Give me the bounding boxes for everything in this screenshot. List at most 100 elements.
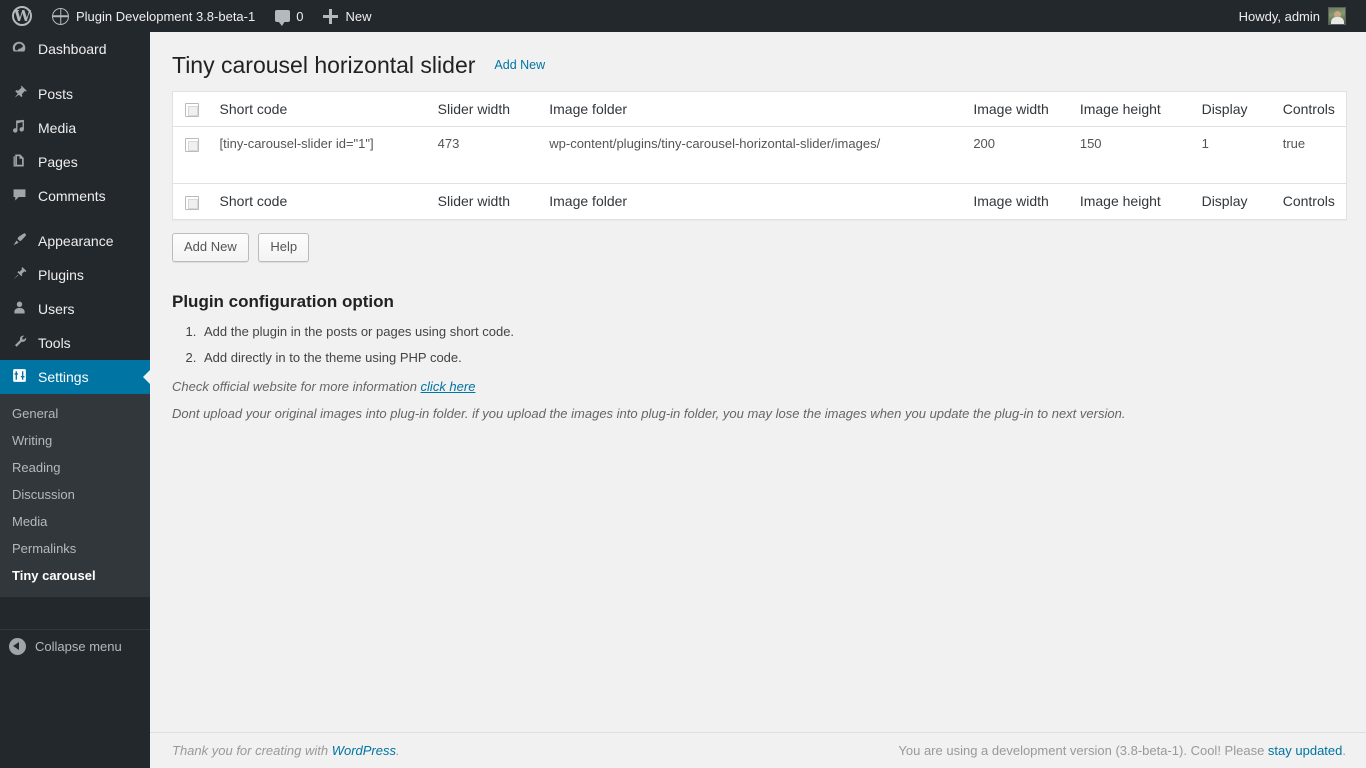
action-buttons: Add New Help (172, 232, 1346, 263)
upload-warning-note: Dont upload your original images into pl… (172, 406, 1126, 422)
column-footer-image-folder: Image folder (539, 183, 964, 220)
tools-wrench-icon (9, 333, 29, 353)
appearance-brush-icon (9, 231, 29, 251)
cell-short-code: [tiny-carousel-slider id="1"] (219, 136, 374, 152)
sidebar-item-label: Dashboard (38, 41, 107, 57)
click-here-link[interactable]: click here (421, 379, 476, 394)
pages-icon (9, 152, 29, 172)
sidebar-item-tools[interactable]: Tools (0, 326, 150, 360)
sidebar-item-label: Pages (38, 154, 78, 170)
sidebar-item-label: Plugins (38, 267, 84, 283)
column-header-display: Display (1191, 91, 1273, 128)
cell-controls: true (1282, 136, 1306, 152)
wordpress-link[interactable]: WordPress (332, 743, 396, 758)
table-row[interactable]: [tiny-carousel-slider id="1"] 473 wp-con… (173, 127, 1347, 184)
table-foot: Short code Slider width Image folder Ima… (172, 183, 1347, 220)
admin-sidebar-menu: Dashboard Posts Media Pages Comments App… (0, 32, 151, 768)
sidebar-subitem-permalinks[interactable]: Permalinks (0, 535, 150, 562)
plus-icon (323, 8, 339, 24)
collapse-menu-button[interactable]: Collapse menu (0, 629, 150, 663)
site-name-menu[interactable]: Plugin Development 3.8-beta-1 (42, 0, 265, 32)
pin-icon (9, 84, 29, 104)
new-content-menu[interactable]: New (313, 0, 381, 32)
row-checkbox[interactable] (185, 137, 199, 152)
sidebar-subitem-reading[interactable]: Reading (0, 454, 150, 481)
sidebar-subitem-general[interactable]: General (0, 400, 150, 427)
wp-logo-menu[interactable]: W (2, 0, 42, 32)
sidebar-item-plugins[interactable]: Plugins (0, 258, 150, 292)
menu-separator (0, 213, 150, 224)
cell-display: 1 (1201, 136, 1209, 152)
table-body: [tiny-carousel-slider id="1"] 473 wp-con… (173, 127, 1347, 184)
column-header-image-width: Image width (963, 91, 1070, 128)
footer-thankyou-prefix: Thank you for creating with (172, 743, 332, 758)
sidebar-subitem-tiny-carousel[interactable]: Tiny carousel (0, 562, 150, 589)
avatar (1328, 7, 1346, 25)
page-title-text: Tiny carousel horizontal slider (172, 52, 476, 78)
column-footer-image-width: Image width (963, 183, 1070, 220)
list-item: Add the plugin in the posts or pages usi… (200, 325, 1346, 338)
my-account-menu[interactable]: Howdy, admin (1229, 0, 1356, 32)
footer-thankyou: Thank you for creating with WordPress. (172, 743, 400, 758)
comment-bubble-icon (275, 10, 291, 26)
footer-version-prefix: You are using a development version (3.8… (898, 743, 1268, 758)
stay-updated-link[interactable]: stay updated (1268, 743, 1342, 758)
column-header-image-height: Image height (1069, 91, 1192, 128)
add-new-header-button[interactable]: Add New (485, 54, 555, 77)
media-icon (9, 118, 29, 138)
column-footer-image-height: Image height (1069, 183, 1192, 220)
collapse-arrow-icon (9, 638, 26, 655)
sidebar-item-comments[interactable]: Comments (0, 179, 150, 213)
plugins-plug-icon (9, 265, 29, 285)
sidebar-item-pages[interactable]: Pages (0, 145, 150, 179)
users-icon (9, 299, 29, 319)
select-all-header (172, 91, 210, 128)
column-footer-slider-width: Slider width (427, 183, 540, 220)
sidebar-item-label: Posts (38, 86, 74, 102)
help-button[interactable]: Help (258, 232, 310, 263)
comments-count: 0 (296, 8, 304, 24)
main-content: Tiny carousel horizontal slider Add New … (150, 32, 1366, 768)
official-website-note: Check official website for more informat… (172, 377, 1346, 397)
sidebar-item-label: Appearance (38, 233, 114, 249)
admin-bar-left: W Plugin Development 3.8-beta-1 0 New (2, 0, 381, 32)
sidebar-subitem-media[interactable]: Media (0, 508, 150, 535)
howdy-label: Howdy, admin (1238, 8, 1320, 24)
sidebar-item-media[interactable]: Media (0, 111, 150, 145)
settings-submenu: General Writing Reading Discussion Media… (0, 394, 150, 597)
column-header-short-code: Short code (209, 91, 428, 128)
admin-bar-right: Howdy, admin (1229, 0, 1366, 32)
collapse-menu-label: Collapse menu (35, 639, 122, 654)
column-footer-display: Display (1191, 183, 1273, 220)
sidebar-item-dashboard[interactable]: Dashboard (0, 32, 150, 66)
sidebar-subitem-discussion[interactable]: Discussion (0, 481, 150, 508)
sidebar-item-users[interactable]: Users (0, 292, 150, 326)
admin-bar: W Plugin Development 3.8-beta-1 0 New Ho… (0, 0, 1366, 32)
sidebar-item-settings[interactable]: Settings (0, 360, 151, 394)
dashboard-icon (9, 39, 29, 59)
sidebar-item-posts[interactable]: Posts (0, 77, 150, 111)
admin-footer: Thank you for creating with WordPress. Y… (150, 732, 1366, 768)
sidebar-item-label: Users (38, 301, 75, 317)
sidebar-item-label: Settings (38, 369, 89, 385)
cell-image-folder: wp-content/plugins/tiny-carousel-horizon… (549, 136, 881, 152)
globe-icon (52, 7, 69, 25)
add-new-button[interactable]: Add New (172, 232, 249, 263)
plugin-configuration-title: Plugin configuration option (172, 292, 394, 312)
sidebar-subitem-writing[interactable]: Writing (0, 427, 150, 454)
sliders-table: Short code Slider width Image folder Ima… (172, 91, 1347, 220)
column-footer-short-code: Short code (209, 183, 428, 220)
cell-slider-width: 473 (437, 136, 460, 152)
page-title: Tiny carousel horizontal slider Add New (172, 42, 1346, 84)
comments-icon (9, 186, 29, 206)
cell-image-width: 200 (973, 136, 996, 152)
list-item: Add directly in to the theme using PHP c… (200, 351, 1346, 364)
sidebar-item-appearance[interactable]: Appearance (0, 224, 150, 258)
comments-bubble-menu[interactable]: 0 (265, 0, 313, 32)
column-header-slider-width: Slider width (427, 91, 540, 128)
select-all-checkbox-footer[interactable] (185, 195, 199, 210)
menu-separator (0, 66, 150, 77)
select-all-checkbox[interactable] (185, 103, 199, 118)
sidebar-item-label: Media (38, 120, 77, 136)
column-footer-controls: Controls (1272, 183, 1347, 220)
